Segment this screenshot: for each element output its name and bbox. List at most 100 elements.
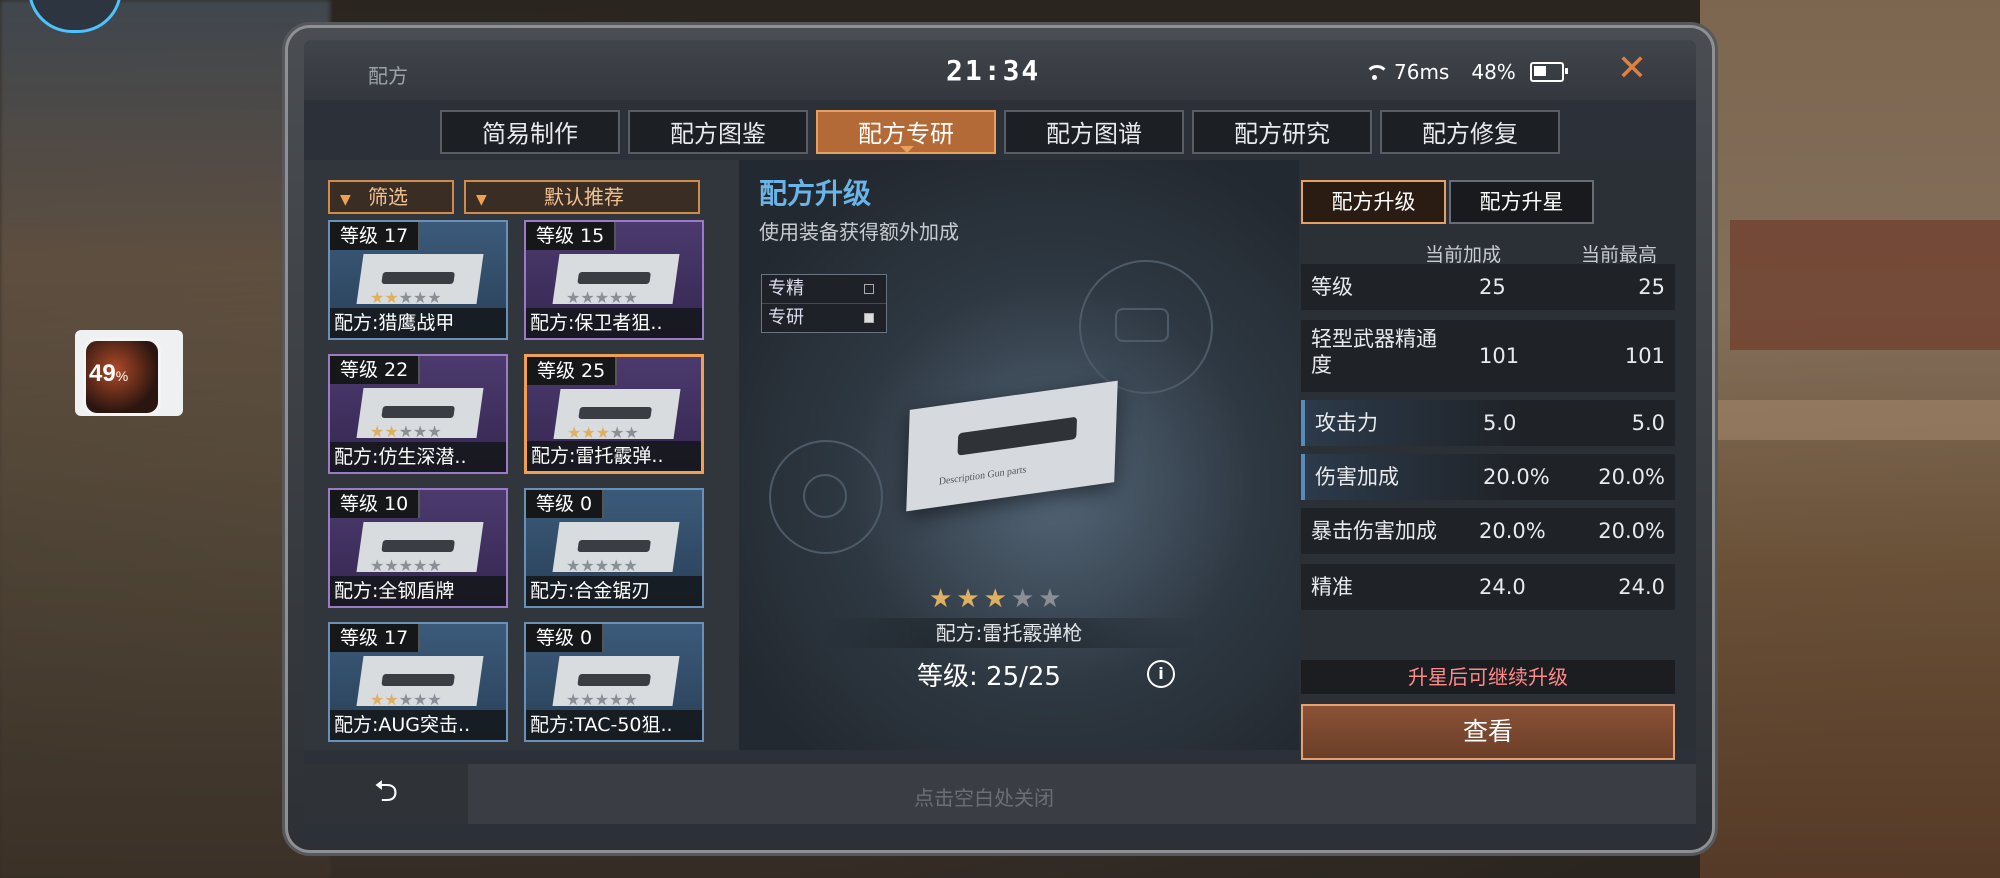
recipe-level: 等级: 25/25 xyxy=(917,662,1061,692)
back-button[interactable]: ⮌ xyxy=(304,764,468,824)
checkbox-icon xyxy=(864,313,874,323)
tab-4[interactable]: 配方研究 xyxy=(1192,110,1372,154)
stat-current: 24.0 xyxy=(1479,575,1526,599)
tab-5[interactable]: 配方修复 xyxy=(1380,110,1560,154)
card-level: 等级 10 xyxy=(330,490,421,518)
stat-label: 伤害加成 xyxy=(1315,465,1399,489)
recipe-card[interactable]: 等级 15 ★★★★★ 配方:保卫者狙.. xyxy=(524,220,704,340)
legend-item-mastery[interactable]: 专精 xyxy=(762,275,886,304)
recipe-list-panel: 筛选 默认推荐 等级 17★★★★★配方:猎鹰战甲等级 15★★★★★配方:保卫… xyxy=(304,160,739,750)
stat-max: 5.0 xyxy=(1631,411,1665,435)
card-name: 配方:AUG突击.. xyxy=(330,710,506,740)
recipe-card[interactable]: 等级 0 ★★★★★ 配方:合金锯刃 xyxy=(524,488,704,608)
recipe-card[interactable]: 等级 22 ★★★★★ 配方:仿生深潜.. xyxy=(328,354,508,474)
stat-label: 轻型武器精通度 xyxy=(1311,327,1437,377)
battery-percent: 48% xyxy=(1471,60,1516,84)
card-name: 配方:保卫者狙.. xyxy=(526,308,702,338)
stat-label: 攻击力 xyxy=(1315,411,1378,435)
mode-legend: 专精 专研 xyxy=(761,274,887,333)
status-group: 76ms 48% xyxy=(1364,60,1568,84)
chevron-down-icon xyxy=(476,182,496,192)
close-hint: 点击空白处关闭 xyxy=(914,786,1054,810)
weapon-icon xyxy=(381,272,455,284)
recipe-window: 配方 21:34 76ms 48% ✕ 简易制作 配方图鉴 配方专研 配方图谱 配方研究… xyxy=(304,40,1696,842)
stat-current: 25 xyxy=(1479,275,1506,299)
status-bar: 配方 21:34 76ms 48% ✕ xyxy=(304,40,1696,100)
filter-button[interactable]: 筛选 xyxy=(328,180,454,214)
recipe-card[interactable]: 等级 17 ★★★★★ 配方:AUG突击.. xyxy=(328,622,508,742)
stat-label: 等级 xyxy=(1311,275,1353,299)
chevron-down-icon xyxy=(340,182,360,192)
upgrade-notice: 升星后可继续升级 xyxy=(1301,660,1675,694)
tab-recipe-star[interactable]: 配方升星 xyxy=(1449,180,1594,224)
card-stars: ★★★★★ xyxy=(566,556,638,575)
section-title: 配方升级 xyxy=(759,177,872,210)
recipe-card[interactable]: 等级 0 ★★★★★ 配方:TAC-50狙.. xyxy=(524,622,704,742)
recipe-card[interactable]: 等级 17 ★★★★★ 配方:猎鹰战甲 xyxy=(328,220,508,340)
device-frame: 配方 21:34 76ms 48% ✕ 简易制作 配方图鉴 配方专研 配方图谱 配方研究… xyxy=(288,28,1712,850)
background-plank xyxy=(1700,400,2000,440)
battery-icon xyxy=(1529,62,1568,82)
tab-recipe-upgrade[interactable]: 配方升级 xyxy=(1301,180,1446,224)
star-icon: ★ xyxy=(929,584,957,614)
bottom-bar[interactable]: ⮌ 点击空白处关闭 xyxy=(304,764,1696,824)
tab-1[interactable]: 配方图鉴 xyxy=(628,110,808,154)
decor-chip-icon xyxy=(1115,308,1169,342)
card-level: 等级 17 xyxy=(330,222,421,250)
stat-max: 25 xyxy=(1638,275,1665,299)
recipe-name: 配方:雷托霰弹枪 xyxy=(819,618,1199,648)
recipe-card[interactable]: 等级 25 ★★★★★ 配方:雷托霰弹.. xyxy=(524,354,704,474)
info-icon[interactable]: i xyxy=(1147,660,1175,688)
stat-row: 精准 24.0 24.0 xyxy=(1301,564,1675,610)
tab-0[interactable]: 简易制作 xyxy=(440,110,620,154)
view-button[interactable]: 查看 xyxy=(1301,704,1675,760)
recipe-card[interactable]: 等级 10 ★★★★★ 配方:全钢盾牌 xyxy=(328,488,508,608)
stats-panel: 配方升级 配方升星 当前加成 当前最高 等级 25 25 轻型武器精通度 101 101 攻… xyxy=(1299,160,1696,760)
filter-label: 筛选 xyxy=(368,185,408,209)
floating-progress-widget[interactable]: 49% xyxy=(75,330,183,416)
column-header-max: 当前最高 xyxy=(1581,244,1658,266)
card-name: 配方:合金锯刃 xyxy=(526,576,702,606)
card-name: 配方:全钢盾牌 xyxy=(330,576,506,606)
card-stars: ★★★★★ xyxy=(370,556,442,575)
blueprint-image: Description Gun parts xyxy=(906,380,1118,512)
card-name: 配方:雷托霰弹.. xyxy=(527,441,701,471)
star-icon: ★ xyxy=(956,584,984,614)
background-left xyxy=(0,0,330,878)
sort-button[interactable]: 默认推荐 xyxy=(464,180,700,214)
stat-current: 20.0% xyxy=(1483,465,1550,489)
legend-item-research[interactable]: 专研 xyxy=(762,304,886,332)
stat-current: 5.0 xyxy=(1483,411,1517,435)
star-icon: ★ xyxy=(1010,584,1039,614)
card-level: 等级 22 xyxy=(330,356,421,384)
card-stars: ★★★★★ xyxy=(370,422,442,441)
card-stars: ★★★★★ xyxy=(566,288,638,307)
close-button[interactable]: ✕ xyxy=(1614,51,1650,88)
ping-value: 76ms xyxy=(1394,60,1450,84)
back-arrow-icon: ⮌ xyxy=(373,774,399,809)
tab-3[interactable]: 配方图谱 xyxy=(1004,110,1184,154)
background-right xyxy=(1700,0,2000,878)
card-name: 配方:TAC-50狙.. xyxy=(526,710,702,740)
battery-fill xyxy=(1533,66,1546,76)
tab-2[interactable]: 配方专研 xyxy=(816,110,996,154)
recipe-card-grid[interactable]: 等级 17 ★★★★★ 配方:猎鹰战甲 等级 15 ★★★★★ 配方:保卫者狙.. 等级 2… xyxy=(328,220,728,780)
triangle-emblem-icon xyxy=(803,474,847,518)
recipe-detail-panel: 配方升级 使用装备获得额外加成 专精 专研 Description Gun pa… xyxy=(739,160,1299,750)
weapon-icon xyxy=(381,540,455,552)
card-level: 等级 25 xyxy=(527,357,618,385)
section-subtitle: 使用装备获得额外加成 xyxy=(759,220,959,244)
stat-current: 101 xyxy=(1479,344,1520,368)
star-icon: ★ xyxy=(983,584,1011,614)
stat-current: 20.0% xyxy=(1479,519,1546,543)
stat-label: 暴击伤害加成 xyxy=(1311,519,1437,543)
card-stars: ★★★★★ xyxy=(370,288,442,307)
stat-max: 20.0% xyxy=(1598,465,1665,489)
stat-max: 101 xyxy=(1624,344,1665,368)
card-stars: ★★★★★ xyxy=(370,690,442,709)
sort-label: 默认推荐 xyxy=(544,185,624,209)
card-stars: ★★★★★ xyxy=(567,423,639,442)
app-title: 配方 xyxy=(368,64,408,88)
stat-max: 24.0 xyxy=(1618,575,1665,599)
card-level: 等级 0 xyxy=(526,624,605,652)
